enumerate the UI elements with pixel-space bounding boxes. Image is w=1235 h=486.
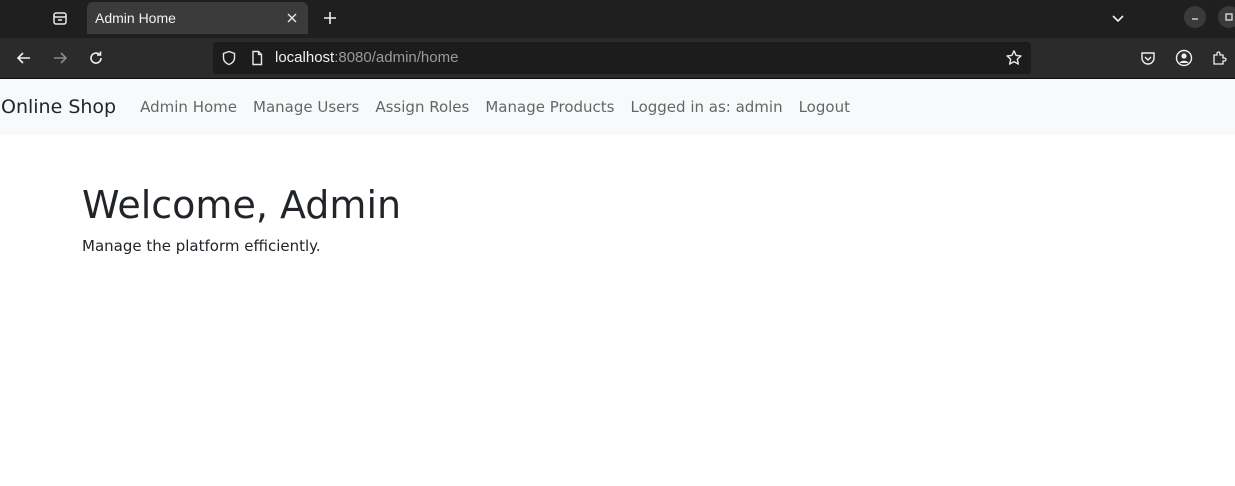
- browser-tab[interactable]: Admin Home: [87, 2, 308, 34]
- new-tab-icon[interactable]: [318, 6, 342, 30]
- page-icon[interactable]: [249, 50, 265, 66]
- maximize-icon[interactable]: [1218, 6, 1235, 28]
- star-icon[interactable]: [1005, 49, 1023, 67]
- logged-in-status: Logged in as: admin: [630, 98, 783, 116]
- nav-link-manage-products[interactable]: Manage Products: [477, 98, 622, 116]
- page-subtitle: Manage the platform efficiently.: [82, 236, 321, 255]
- forward-arrow-icon[interactable]: [48, 46, 72, 70]
- reload-icon[interactable]: [84, 46, 108, 70]
- chevron-down-icon[interactable]: [1106, 6, 1130, 30]
- page-title: Welcome, Admin: [82, 183, 402, 227]
- close-icon[interactable]: [284, 10, 300, 26]
- url-path: :8080/admin/home: [334, 49, 459, 66]
- list-all-tabs-icon[interactable]: [48, 6, 72, 30]
- main-content: Welcome, Admin Manage the platform effic…: [0, 135, 1235, 255]
- nav-link-assign-roles[interactable]: Assign Roles: [367, 98, 477, 116]
- url-text[interactable]: localhost:8080/admin/home: [275, 49, 458, 66]
- logout-link[interactable]: Logout: [791, 98, 858, 116]
- back-arrow-icon[interactable]: [12, 46, 36, 70]
- tab-title: Admin Home: [95, 10, 176, 26]
- url-host: localhost: [275, 49, 335, 66]
- extensions-icon[interactable]: [1207, 46, 1231, 70]
- pocket-icon[interactable]: [1136, 46, 1160, 70]
- address-bar[interactable]: localhost:8080/admin/home: [213, 42, 1031, 74]
- shield-icon[interactable]: [221, 50, 237, 66]
- account-icon[interactable]: [1172, 46, 1196, 70]
- nav-link-admin-home[interactable]: Admin Home: [132, 98, 245, 116]
- site-navbar: Online Shop Admin Home Manage Users Assi…: [0, 79, 1235, 135]
- browser-tab-strip: Admin Home: [0, 0, 1235, 38]
- nav-link-manage-users[interactable]: Manage Users: [245, 98, 367, 116]
- browser-toolbar: localhost:8080/admin/home: [0, 38, 1235, 79]
- minimize-icon[interactable]: [1184, 6, 1206, 28]
- brand-link[interactable]: Online Shop: [1, 96, 116, 118]
